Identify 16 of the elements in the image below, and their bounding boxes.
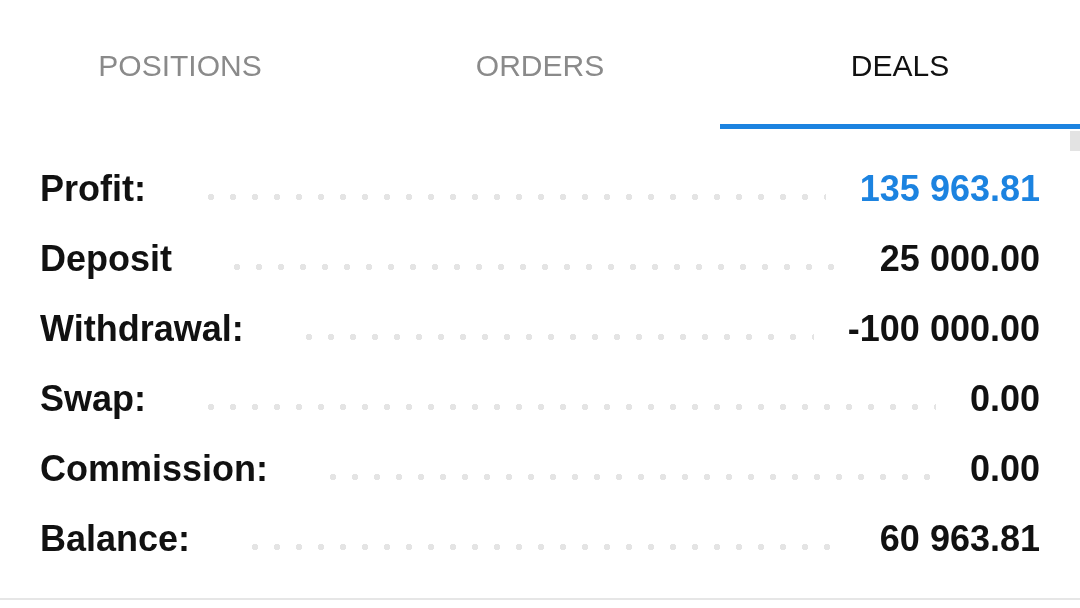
summary-value: -100 000.00 (847, 307, 1040, 351)
tab[interactable]: ORDERS (360, 0, 720, 129)
scrollbar-thumb[interactable] (1070, 131, 1080, 151)
summary-label: Profit: (40, 167, 146, 211)
summary-value: 0.00 (969, 377, 1040, 421)
summary-value: 0.00 (969, 447, 1040, 491)
summary-value: 60 963.81 (879, 517, 1040, 561)
summary-value: 25 000.00 (879, 237, 1040, 281)
tab[interactable]: POSITIONS (0, 0, 360, 129)
summary-label: Deposit (40, 237, 172, 281)
summary-label: Balance: (40, 517, 191, 561)
summary-label: Commission: (40, 447, 269, 491)
summary-label: Withdrawal: (40, 307, 244, 351)
summary-value: 135 963.81 (859, 167, 1040, 211)
summary-label: Swap: (40, 377, 146, 421)
tab[interactable]: DEALS (720, 0, 1080, 129)
